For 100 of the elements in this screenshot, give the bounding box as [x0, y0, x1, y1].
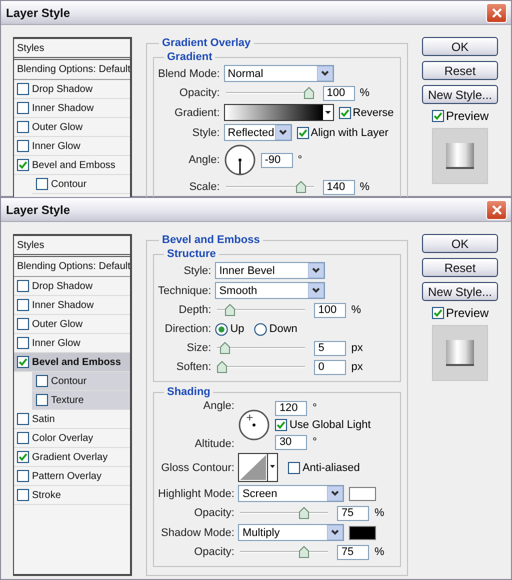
checkbox[interactable] [17, 280, 29, 292]
ok-button[interactable]: OK [422, 37, 498, 56]
field-label: Angle: [202, 400, 234, 412]
angle-dial[interactable] [224, 144, 256, 176]
window-title: Layer Style [6, 6, 70, 20]
checkbox-label: Anti-aliased [302, 462, 360, 474]
slider-thumb[interactable] [220, 342, 230, 354]
unit-label: ° [312, 436, 317, 448]
slider-thumb[interactable] [296, 181, 306, 193]
reset-button[interactable]: Reset [422, 61, 498, 80]
checkbox[interactable] [338, 106, 351, 118]
style-list-item[interactable]: Bevel and Emboss [14, 156, 130, 175]
number-field[interactable]: 120 [275, 400, 308, 416]
reset-button[interactable]: Reset [422, 258, 498, 277]
style-list-item[interactable]: Blending Options: Default [14, 257, 130, 277]
number-field[interactable]: 140 [322, 180, 355, 194]
number-field[interactable]: 0 [314, 360, 346, 374]
radio-button[interactable] [215, 322, 228, 336]
caret-icon [274, 125, 291, 140]
checkbox[interactable] [36, 178, 48, 190]
new-style-button[interactable]: New Style... [422, 282, 498, 301]
checkbox[interactable] [17, 102, 29, 114]
section-title: Bevel and Emboss [161, 234, 261, 246]
checkbox[interactable] [17, 413, 29, 425]
style-list-item[interactable]: Stroke [14, 486, 130, 505]
list-header[interactable]: Styles [14, 39, 130, 60]
dropdown[interactable]: Smooth [215, 282, 326, 299]
checkbox[interactable] [17, 451, 29, 463]
checkbox[interactable] [17, 83, 29, 95]
section-title: Gradient Overlay [161, 37, 252, 49]
style-list-item[interactable]: Inner Shadow [14, 99, 130, 118]
checkbox[interactable] [275, 419, 288, 431]
checkbox[interactable] [432, 110, 444, 122]
number-field[interactable]: -90 [260, 152, 293, 168]
checkbox[interactable] [432, 307, 444, 319]
checkbox[interactable] [36, 394, 48, 406]
unit-label: % [360, 181, 370, 193]
style-list-item[interactable]: Contour [32, 372, 130, 391]
style-list-item[interactable]: Satin [14, 410, 130, 429]
number-field[interactable]: 100 [322, 86, 355, 100]
slider-thumb[interactable] [217, 361, 228, 373]
number-field[interactable]: 5 [314, 340, 346, 356]
unit-label: % [351, 304, 361, 316]
style-list-item[interactable]: Inner Glow [14, 137, 130, 156]
field-label: Angle: [188, 154, 220, 166]
field-label: Depth: [178, 304, 212, 316]
number-field[interactable]: 100 [314, 302, 346, 318]
style-list-item[interactable]: Pattern Overlay [14, 467, 130, 486]
checkbox[interactable] [17, 432, 29, 444]
checkbox[interactable] [17, 159, 29, 171]
preview-bevel-square [446, 143, 474, 169]
number-field[interactable]: 30 [275, 434, 308, 450]
checkbox[interactable] [17, 299, 29, 311]
color-swatch[interactable] [349, 526, 376, 540]
slider-thumb[interactable] [304, 87, 314, 99]
checkbox[interactable] [36, 375, 48, 387]
style-list-item[interactable]: Drop Shadow [14, 277, 130, 296]
dropdown[interactable]: Reflected [224, 124, 292, 141]
ok-button[interactable]: OK [422, 234, 498, 253]
style-list-item[interactable]: Gradient Overlay [14, 448, 130, 467]
dropdown[interactable]: Inner Bevel [215, 262, 326, 279]
caret-icon [308, 283, 324, 298]
color-swatch[interactable] [349, 486, 376, 500]
checkbox[interactable] [296, 126, 309, 138]
gradient-picker[interactable] [224, 104, 334, 121]
style-list-item[interactable]: Texture [32, 391, 130, 410]
checkbox[interactable] [17, 121, 29, 133]
field-label: Technique: [158, 284, 212, 296]
checkbox[interactable] [17, 356, 29, 368]
contour-picker[interactable] [238, 453, 278, 482]
checkbox[interactable] [17, 489, 29, 501]
checkbox[interactable] [288, 462, 300, 474]
checkbox[interactable] [17, 470, 29, 482]
slider-thumb[interactable] [298, 507, 309, 519]
checkbox[interactable] [17, 337, 29, 349]
dropdown[interactable]: Multiply [238, 524, 344, 541]
number-field[interactable]: 75 [337, 506, 370, 520]
style-list-item[interactable]: Drop Shadow [14, 80, 130, 99]
list-header[interactable]: Styles [14, 236, 130, 257]
new-style-button[interactable]: New Style... [422, 85, 498, 104]
checkbox[interactable] [17, 318, 29, 330]
field-label: Altitude: [194, 438, 234, 450]
checkbox-label: Reverse [352, 106, 394, 118]
slider-thumb[interactable] [298, 546, 309, 558]
slider-thumb[interactable] [225, 304, 236, 316]
checkbox[interactable] [17, 140, 29, 152]
style-list-item[interactable]: Bevel and Emboss [14, 353, 130, 372]
radio-button[interactable] [254, 322, 268, 336]
dropdown[interactable]: Screen [238, 485, 344, 502]
style-list-item[interactable]: Inner Shadow [14, 296, 130, 315]
angle-dial[interactable] [238, 409, 270, 441]
dropdown[interactable]: Normal [224, 65, 334, 82]
style-list-item[interactable]: Color Overlay [14, 429, 130, 448]
style-list-item[interactable]: Blending Options: Default [14, 60, 130, 80]
close-button[interactable] [486, 200, 507, 220]
number-field[interactable]: 75 [337, 544, 370, 560]
style-list-item[interactable]: Outer Glow [14, 315, 130, 334]
close-button[interactable] [486, 2, 507, 22]
style-list-item[interactable]: Outer Glow [14, 118, 130, 137]
style-list-item[interactable]: Contour [32, 175, 130, 194]
